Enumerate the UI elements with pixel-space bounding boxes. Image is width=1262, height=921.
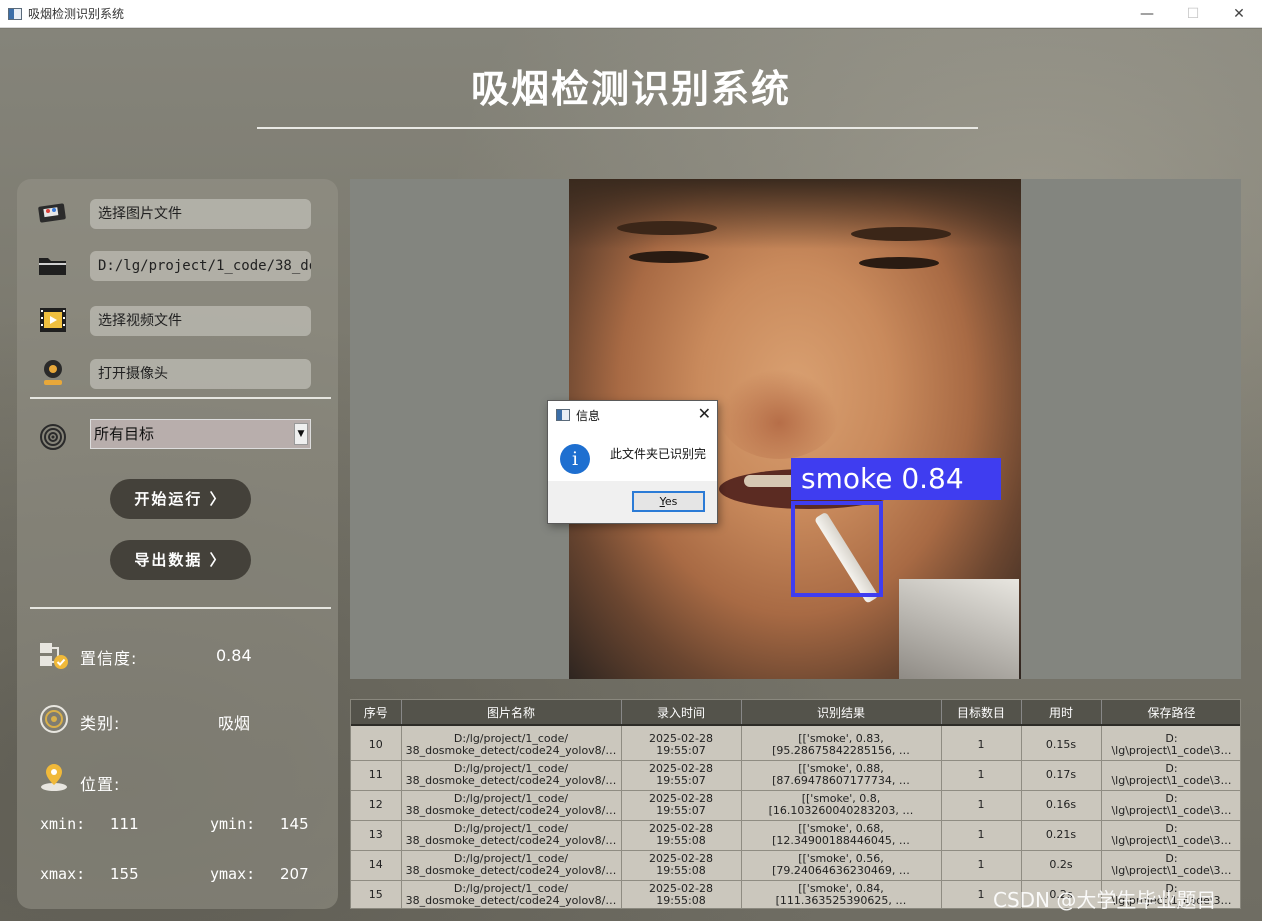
table-row[interactable]: 10 D:/lg/project/1_code/38_dosmoke_detec… [351,730,1240,761]
results-table: 序号 图片名称 录入时间 识别结果 目标数目 用时 保存路径 10 D:/lg/… [350,699,1241,909]
title-divider [257,127,978,129]
page-title: 吸烟检测识别系统 [470,67,791,111]
target-select[interactable]: 所有目标 ▼ [90,419,311,449]
ymin-value: 145 [280,815,309,833]
header-image-name[interactable]: 图片名称 [401,700,622,726]
select-image-row [37,197,69,229]
header-duration[interactable]: 用时 [1021,700,1102,726]
select-video-row [37,304,69,336]
dialog-footer: Yes [548,481,717,523]
ymax-label: ymax: [210,865,256,883]
dialog-close-icon[interactable]: ✕ [698,404,711,423]
panel-divider-bottom [30,607,331,609]
photo-eye-right [859,257,939,269]
folder-row [37,249,69,281]
detection-label: smoke 0.84 [791,458,1001,500]
info-dialog: 信息 ✕ i 此文件夹已识别完 Yes [547,400,718,524]
xmax-value: 155 [110,865,139,883]
dialog-message: 此文件夹已识别完 [610,447,707,461]
dialog-title: 信息 [576,408,601,423]
open-camera-button[interactable]: 打开摄像头 [90,359,311,389]
detection-image-area: smoke 0.84 [350,179,1241,679]
photo-brow-right [851,227,951,241]
dialog-body: i 此文件夹已识别完 [548,429,717,481]
class-label: 类别: [80,714,121,733]
webcam-icon [37,356,69,388]
xmin-value: 111 [110,815,139,833]
xmax-label: xmax: [40,865,86,883]
app-icon [8,7,22,20]
minimize-button[interactable]: — [1124,0,1170,28]
target-select-value: 所有目标 [94,425,155,443]
video-file-icon [37,304,69,336]
folder-icon [37,249,69,281]
watermark: CSDN @大学生毕业题目 [993,888,1217,912]
header-target-count[interactable]: 目标数目 [941,700,1022,726]
photo-eye-left [629,251,709,263]
photo-hair [569,179,1021,249]
select-image-button[interactable]: 选择图片文件 [90,199,311,229]
window-controls: — ☐ ✕ [1124,0,1262,28]
dialog-titlebar: 信息 ✕ [548,401,717,429]
camera-row [37,356,69,388]
header-index[interactable]: 序号 [351,700,402,726]
header-save-path[interactable]: 保存路径 [1101,700,1240,726]
target-select-row [37,421,69,453]
maximize-button[interactable]: ☐ [1170,0,1216,28]
confidence-value: 0.84 [216,646,252,665]
class-icon [38,703,70,735]
photo-nose [719,369,839,459]
table-row[interactable]: 11 D:/lg/project/1_code/38_dosmoke_detec… [351,760,1240,791]
class-value: 吸烟 [218,714,251,733]
table-row[interactable]: 14 D:/lg/project/1_code/38_dosmoke_detec… [351,850,1240,881]
dialog-yes-button[interactable]: Yes [632,491,705,512]
table-row[interactable]: 13 D:/lg/project/1_code/38_dosmoke_detec… [351,820,1240,851]
header-result[interactable]: 识别结果 [741,700,942,726]
folder-path-field[interactable]: D:/lg/project/1_code/38_dosmoke_detect [90,251,311,281]
detection-bounding-box [791,501,883,597]
info-icon: i [560,444,590,474]
start-run-button[interactable]: 开始运行 〉 [110,479,251,519]
table-header-row: 序号 图片名称 录入时间 识别结果 目标数目 用时 保存路径 [351,700,1240,726]
chevron-down-icon[interactable]: ▼ [294,423,308,445]
photo-brow-left [617,221,717,235]
close-button[interactable]: ✕ [1216,0,1262,28]
export-data-button[interactable]: 导出数据 〉 [110,540,251,580]
control-panel: 选择图片文件 D:/lg/project/1_code/38_dosmoke_d… [17,179,338,909]
dialog-app-icon [556,409,570,421]
target-icon [37,421,69,453]
select-video-button[interactable]: 选择视频文件 [90,306,311,336]
confidence-icon [38,639,70,671]
confidence-label: 置信度: [80,649,138,668]
window-title: 吸烟检测识别系统 [28,7,125,21]
location-pin-icon [38,761,70,793]
header-entry-time[interactable]: 录入时间 [621,700,742,726]
table-row[interactable]: 12 D:/lg/project/1_code/38_dosmoke_detec… [351,790,1240,821]
image-file-icon [37,197,69,229]
photo-shirt [899,579,1019,679]
panel-divider-top [30,397,331,399]
ymax-value: 207 [280,865,309,883]
window-titlebar: 吸烟检测识别系统 — ☐ ✕ [0,0,1262,28]
position-label: 位置: [80,775,121,794]
ymin-label: ymin: [210,815,256,833]
xmin-label: xmin: [40,815,86,833]
